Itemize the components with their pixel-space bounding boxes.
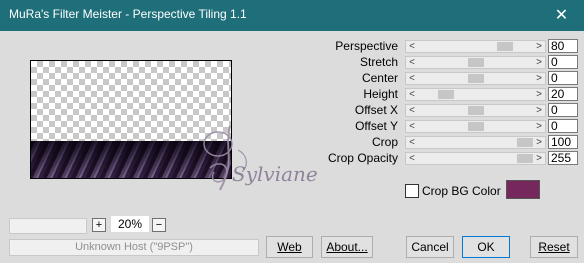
slider-left-arrow-icon[interactable]: < xyxy=(406,89,418,100)
value-field-offset-x[interactable]: 0 xyxy=(548,103,578,117)
param-label-height: Height xyxy=(363,87,398,101)
slider-thumb[interactable] xyxy=(517,138,533,147)
reset-button-label: Reset xyxy=(538,240,570,254)
cancel-button-label: Cancel xyxy=(411,240,449,254)
slider-stretch[interactable]: < > xyxy=(405,56,546,69)
watermark-text: Sylviane xyxy=(232,162,318,186)
slider-right-arrow-icon[interactable]: > xyxy=(533,121,545,132)
param-label-stretch: Stretch xyxy=(359,55,398,69)
slider-right-arrow-icon[interactable]: > xyxy=(533,153,545,164)
about-button-label: About... xyxy=(326,240,368,254)
slider-right-arrow-icon[interactable]: > xyxy=(533,73,545,84)
slider-thumb[interactable] xyxy=(468,106,484,115)
slider-right-arrow-icon[interactable]: > xyxy=(533,89,545,100)
slider-left-arrow-icon[interactable]: < xyxy=(406,121,418,132)
window-title: MuRa's Filter Meister - Perspective Tili… xyxy=(9,7,247,21)
param-label-offset-x: Offset X xyxy=(354,103,398,117)
slider-right-arrow-icon[interactable]: > xyxy=(533,105,545,116)
reset-button[interactable]: Reset xyxy=(530,236,578,258)
slider-thumb[interactable] xyxy=(438,90,454,99)
param-label-perspective: Perspective xyxy=(335,39,398,53)
slider-offset-x[interactable]: < > xyxy=(405,104,546,117)
crop-bg-color-label: Crop BG Color xyxy=(422,184,501,198)
slider-height[interactable]: < > xyxy=(405,88,546,101)
crop-bg-color-checkbox[interactable] xyxy=(405,184,419,198)
param-label-crop: Crop xyxy=(371,135,398,149)
slider-center[interactable]: < > xyxy=(405,72,546,85)
slider-left-arrow-icon[interactable]: < xyxy=(406,153,418,164)
value-field-crop-opacity[interactable]: 255 xyxy=(548,151,578,165)
slider-right-arrow-icon[interactable]: > xyxy=(533,137,545,148)
value-field-center[interactable]: 0 xyxy=(548,71,578,85)
slider-thumb[interactable] xyxy=(497,42,513,51)
value-field-stretch[interactable]: 0 xyxy=(548,55,578,69)
slider-left-arrow-icon[interactable]: < xyxy=(406,57,418,68)
zoom-in-button[interactable]: + xyxy=(92,218,106,232)
cancel-button[interactable]: Cancel xyxy=(406,236,454,258)
param-label-center: Center xyxy=(361,71,398,85)
slider-crop[interactable]: < > xyxy=(405,136,546,149)
web-button[interactable]: Web xyxy=(266,236,313,258)
slider-perspective[interactable]: < > xyxy=(405,40,546,53)
value-field-height[interactable]: 20 xyxy=(548,87,578,101)
slider-offset-y[interactable]: < > xyxy=(405,120,546,133)
ok-button[interactable]: OK xyxy=(462,236,510,258)
slider-right-arrow-icon[interactable]: > xyxy=(533,57,545,68)
slider-thumb[interactable] xyxy=(517,154,533,163)
ok-button-label: OK xyxy=(477,240,495,254)
slider-left-arrow-icon[interactable]: < xyxy=(406,105,418,116)
crop-bg-color-swatch[interactable] xyxy=(506,180,540,199)
title-bar: MuRa's Filter Meister - Perspective Tili… xyxy=(0,0,584,31)
slider-left-arrow-icon[interactable]: < xyxy=(406,73,418,84)
slider-thumb[interactable] xyxy=(468,74,484,83)
close-icon[interactable]: ✕ xyxy=(539,0,584,31)
about-button[interactable]: About... xyxy=(321,236,373,258)
value-field-perspective[interactable]: 80 xyxy=(548,39,578,53)
slider-thumb[interactable] xyxy=(468,122,484,131)
slider-left-arrow-icon[interactable]: < xyxy=(406,137,418,148)
slider-left-arrow-icon[interactable]: < xyxy=(406,41,418,52)
watermark-figure xyxy=(203,125,247,191)
slider-thumb[interactable] xyxy=(468,58,484,67)
web-button-label: Web xyxy=(277,240,302,254)
zoom-track xyxy=(9,218,87,234)
zoom-out-button[interactable]: − xyxy=(152,218,166,232)
param-label-crop-opacity: Crop Opacity xyxy=(327,151,398,165)
value-field-offset-y[interactable]: 0 xyxy=(548,119,578,133)
slider-crop-opacity[interactable]: < > xyxy=(405,152,546,165)
zoom-value: 20% xyxy=(111,216,149,232)
status-bar: Unknown Host ("9PSP") xyxy=(9,239,259,256)
value-field-crop[interactable]: 100 xyxy=(548,135,578,149)
param-label-offset-y: Offset Y xyxy=(355,119,398,133)
slider-right-arrow-icon[interactable]: > xyxy=(533,41,545,52)
